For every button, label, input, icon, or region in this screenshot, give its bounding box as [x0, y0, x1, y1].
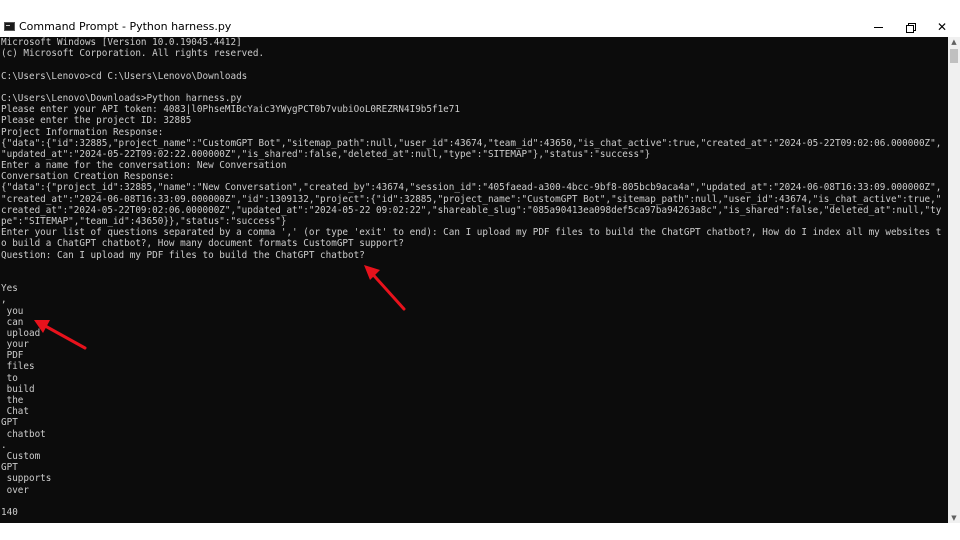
console-line: build: [1, 383, 35, 395]
console-line: Project Information Response:: [1, 126, 164, 138]
console-line: ,: [1, 294, 7, 306]
minimize-icon: [873, 26, 883, 28]
console-line: pe":"SITEMAP","team_id":43650}},"status"…: [1, 216, 287, 227]
console-line: .: [1, 439, 7, 451]
minimize-button[interactable]: [862, 17, 894, 37]
console-line: (c) Microsoft Corporation. All rights re…: [1, 48, 265, 60]
console-line: GPT: [1, 417, 18, 429]
console-line: o build a ChatGPT chatbot?, How many doc…: [1, 238, 404, 250]
console-line: over: [1, 484, 29, 496]
console-line: files: [1, 361, 35, 373]
scroll-down-arrow-icon[interactable]: ▼: [948, 513, 960, 523]
console-line: upload: [1, 327, 41, 339]
console-line: Custom: [1, 450, 41, 462]
console-line: Question: Can I upload my PDF files to b…: [1, 249, 365, 261]
scroll-thumb[interactable]: [950, 49, 958, 63]
console-line: supports: [1, 473, 52, 485]
console-line: Enter a name for the conversation: New C…: [1, 160, 287, 172]
console-line: chatbot: [1, 428, 46, 440]
console-line: you: [1, 305, 24, 317]
console-line: {"data":{"id":32885,"project_name":"Cust…: [1, 137, 942, 149]
console-line: PDF: [1, 350, 24, 362]
console-line: Conversation Creation Response:: [1, 171, 175, 183]
close-button[interactable]: ✕: [926, 17, 958, 37]
console-text: Microsoft Windows [Version 10.0.19045.44…: [0, 37, 948, 518]
title-bar[interactable]: Command Prompt - Python harness.py ✕: [0, 17, 960, 37]
console-line: Please enter your API token: 4083|l0Phse…: [1, 104, 460, 116]
console-line: Microsoft Windows [Version 10.0.19045.44…: [1, 37, 242, 48]
maximize-button[interactable]: [894, 17, 926, 37]
console-line: C:\Users\Lenovo>cd C:\Users\Lenovo\Downl…: [1, 70, 248, 82]
window-title: Command Prompt - Python harness.py: [19, 20, 232, 33]
console-line: Please enter the project ID: 32885: [1, 115, 192, 127]
restore-icon: [905, 22, 916, 33]
console-line: the: [1, 395, 24, 406]
console-line: Enter your list of questions separated b…: [1, 227, 942, 239]
command-prompt-window: Command Prompt - Python harness.py ✕ Mic…: [0, 17, 960, 523]
console-line: 140: [1, 506, 18, 518]
console-line: Yes: [1, 283, 18, 295]
console-line: Chat: [1, 406, 29, 418]
close-icon: ✕: [936, 20, 948, 34]
console-line: created_at":"2024-05-22T09:02:06.000000Z…: [1, 204, 942, 216]
console-line: GPT: [1, 462, 18, 474]
vertical-scrollbar[interactable]: ▲ ▼: [948, 37, 960, 523]
console-line: "updated_at":"2024-05-22T09:02:22.000000…: [1, 148, 651, 160]
console-line: C:\Users\Lenovo\Downloads>Python harness…: [1, 92, 242, 104]
console-line: {"data":{"project_id":32885,"name":"New …: [1, 182, 942, 194]
console-line: your: [1, 339, 29, 351]
cmd-app-icon[interactable]: [4, 22, 15, 31]
scroll-up-arrow-icon[interactable]: ▲: [948, 37, 960, 47]
console-output[interactable]: Microsoft Windows [Version 10.0.19045.44…: [0, 37, 948, 523]
console-line: "created_at":"2024-06-08T16:33:09.000000…: [1, 193, 942, 205]
console-line: can: [1, 316, 24, 328]
console-line: to: [1, 372, 18, 384]
